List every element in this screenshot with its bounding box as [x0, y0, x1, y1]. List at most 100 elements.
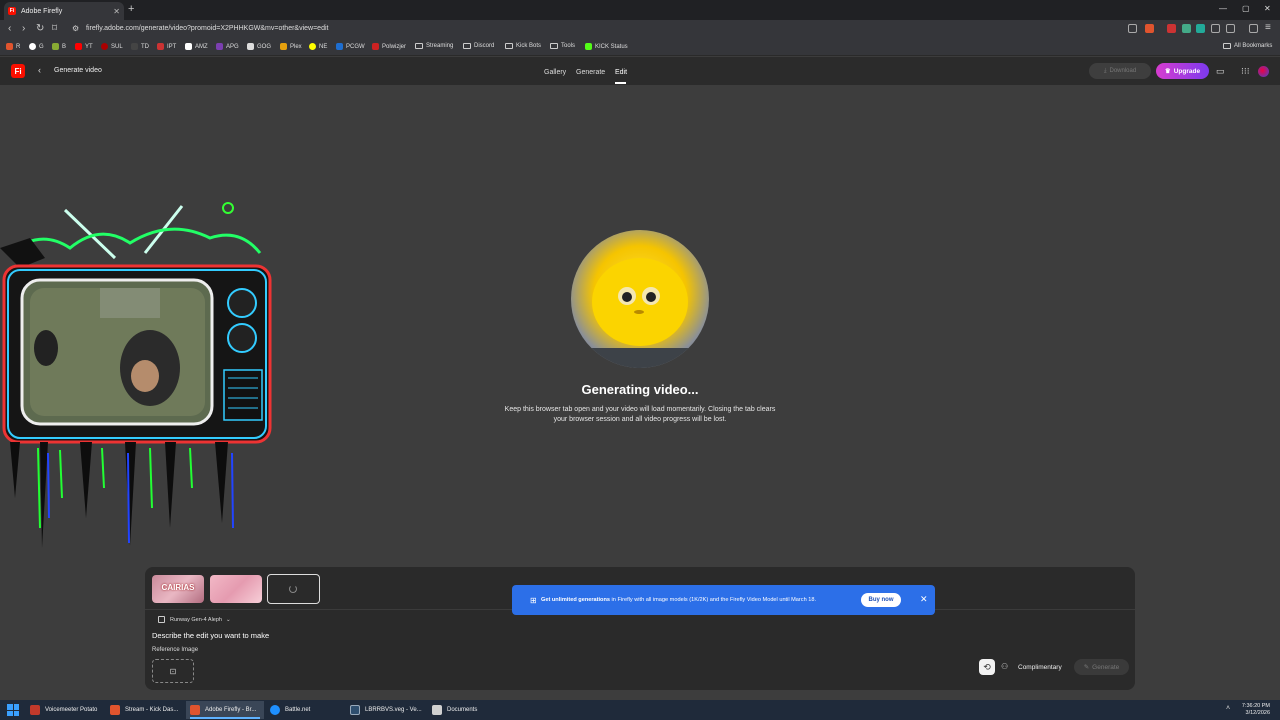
loading-spinner-icon: [289, 585, 297, 593]
upgrade-label: Upgrade: [1173, 67, 1201, 75]
generating-status-description: Keep this browser tab open and your vide…: [504, 406, 776, 423]
chevron-down-icon: ⌄: [225, 616, 231, 623]
generate-icon: ✎: [1083, 664, 1090, 671]
battlenet-icon: [270, 705, 280, 715]
leo-icon[interactable]: [1249, 24, 1258, 33]
generating-status-title: Generating video...: [581, 382, 699, 397]
tab-title: Adobe Firefly: [21, 7, 63, 15]
extension-icon[interactable]: [1182, 24, 1191, 33]
avatar[interactable]: [1258, 66, 1269, 77]
crown-icon: ♛: [1164, 68, 1171, 75]
bookmark-folder[interactable]: Streaming: [415, 43, 453, 49]
nav-gallery[interactable]: Gallery: [544, 69, 566, 76]
bookmark-item[interactable]: KICK Status: [585, 43, 628, 50]
taskbar-item-active[interactable]: Adobe Firefly - Br...: [186, 701, 264, 719]
bookmark-item[interactable]: APG: [216, 43, 239, 50]
bookmark-item[interactable]: R: [6, 43, 20, 50]
back-chevron-icon[interactable]: ‹: [38, 65, 41, 75]
bookmark-folder[interactable]: Discord: [463, 43, 494, 49]
windows-start-icon[interactable]: [7, 704, 19, 716]
bookmark-item[interactable]: AMZ: [185, 43, 208, 50]
bookmark-item[interactable]: NE: [309, 43, 327, 50]
apps-grid-icon[interactable]: ⁝⁝⁝: [1241, 66, 1250, 77]
taskbar-item[interactable]: Voicemeeter Potato: [26, 701, 104, 719]
history-icon: ⟲: [983, 661, 991, 672]
extension-icon[interactable]: [1167, 24, 1176, 33]
reference-image-upload[interactable]: ⊡: [152, 659, 194, 683]
bookmark-folder[interactable]: Tools: [550, 43, 575, 49]
active-nav-indicator: [615, 82, 626, 84]
brave-icon: [190, 705, 200, 715]
buy-now-button[interactable]: Buy now: [861, 593, 901, 607]
brave-icon: [110, 705, 120, 715]
download-label: Download: [1109, 68, 1137, 74]
vegas-icon: [350, 705, 360, 715]
minimize-icon[interactable]: —: [1219, 4, 1227, 13]
back-icon[interactable]: ‹: [8, 23, 11, 34]
taskbar-item[interactable]: Battle.net: [266, 701, 344, 719]
model-selector[interactable]: Runway Gen-4 Aleph ⌄: [158, 616, 231, 623]
source-thumbnail[interactable]: [210, 575, 262, 603]
prompt-input[interactable]: Describe the edit you want to make: [152, 631, 269, 640]
feedback-icon[interactable]: ▭: [1216, 66, 1225, 77]
credits-icon: ⚇: [1001, 662, 1009, 671]
generate-button[interactable]: ✎ Generate: [1074, 659, 1129, 675]
share-icon[interactable]: [1128, 24, 1137, 33]
nav-generate[interactable]: Generate: [576, 69, 605, 76]
documents-icon: [432, 705, 442, 715]
new-tab-icon[interactable]: +: [128, 3, 134, 15]
reload-icon[interactable]: ↻: [36, 23, 44, 34]
sidebar-icon[interactable]: [1226, 24, 1235, 33]
window-close-icon[interactable]: ✕: [1264, 4, 1271, 13]
forward-icon[interactable]: ›: [22, 23, 25, 34]
tray-chevron-up-icon[interactable]: ˄: [1226, 705, 1230, 712]
browser-tab[interactable]: Fi Adobe Firefly ✕: [4, 2, 124, 20]
bookmark-item[interactable]: GOG: [247, 43, 271, 50]
bookmark-item[interactable]: B: [52, 43, 66, 50]
bookmark-item[interactable]: G: [29, 43, 44, 50]
nav-edit[interactable]: Edit: [615, 69, 627, 76]
generating-thumbnail[interactable]: [267, 574, 320, 604]
image-add-icon: ⊡: [169, 666, 177, 676]
bookmark-item[interactable]: YT: [75, 43, 93, 50]
bookmark-item[interactable]: IPT: [157, 43, 176, 50]
complimentary-label: Complimentary: [1018, 664, 1062, 671]
reference-image-label: Reference Image: [152, 647, 199, 653]
bookmark-item[interactable]: PCGW: [336, 43, 365, 50]
menu-icon[interactable]: ≡: [1265, 22, 1271, 33]
bookmark-folder[interactable]: Kick Bots: [505, 43, 541, 49]
tab-close-icon[interactable]: ✕: [113, 7, 120, 16]
fluffy-creature-illustration: [571, 258, 709, 368]
tv-webcam-overlay: [0, 202, 272, 548]
brave-shield-icon[interactable]: [1145, 24, 1154, 33]
restore-icon[interactable]: ▢: [1242, 4, 1250, 13]
firefly-logo[interactable]: Fi: [11, 64, 25, 78]
bookmark-item[interactable]: SUL: [101, 43, 123, 50]
close-icon[interactable]: ✕: [920, 594, 928, 605]
all-bookmarks[interactable]: All Bookmarks: [1223, 43, 1272, 49]
site-settings-icon[interactable]: ⚙: [72, 24, 79, 33]
source-thumbnail[interactable]: CAIRIAS: [152, 575, 204, 603]
browser-tab-bar: Fi Adobe Firefly ✕ + — ▢ ✕: [0, 0, 1280, 20]
bookmark-item[interactable]: Polwizjer: [372, 43, 406, 50]
upgrade-button[interactable]: ♛ Upgrade: [1156, 63, 1209, 79]
download-button[interactable]: ⤓ Download: [1089, 63, 1151, 79]
system-clock[interactable]: 7:36:20 PM 3/12/2026: [1236, 703, 1270, 717]
bookmarks-bar: R G B YT SUL TD IPT AMZ APG GOG Plex NE …: [0, 39, 1280, 56]
download-icon: ⤓: [1103, 67, 1107, 74]
app-header: Fi ‹ Generate video Gallery Generate Edi…: [0, 57, 1280, 85]
bookmark-item[interactable]: Plex: [280, 43, 302, 50]
bookmark-item[interactable]: TD: [131, 43, 149, 50]
page-title: Generate video: [54, 67, 102, 74]
taskbar-item[interactable]: Stream - Kick Das...: [106, 701, 184, 719]
url-field[interactable]: firefly.adobe.com/generate/video?promoid…: [86, 25, 328, 32]
taskbar-item[interactable]: Documents: [428, 701, 504, 719]
taskbar-item[interactable]: LBRRBVS.veg - Ve...: [346, 701, 424, 719]
model-label: Runway Gen-4 Aleph: [170, 616, 222, 623]
promo-text: Get unlimited generations in Firefly wit…: [541, 597, 817, 603]
history-button[interactable]: ⟲: [979, 659, 995, 675]
bookmark-page-icon[interactable]: ⌑: [52, 23, 57, 34]
extensions-puzzle-icon[interactable]: [1211, 24, 1220, 33]
extension-icon[interactable]: [1196, 24, 1205, 33]
address-bar-row: ‹ › ↻ ⌑ ⚙ firefly.adobe.com/generate/vid…: [0, 20, 1280, 39]
